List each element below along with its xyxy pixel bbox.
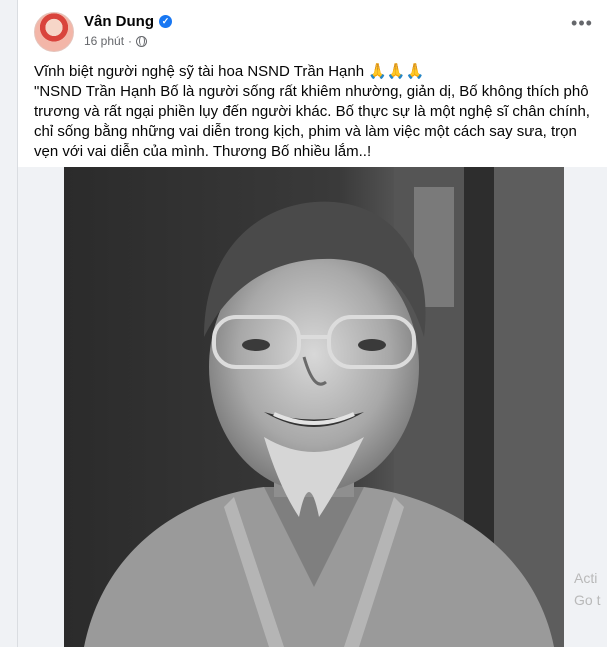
- verified-badge-icon: ✓: [159, 15, 172, 28]
- watermark-line-2: Go t: [574, 592, 601, 608]
- more-options-icon[interactable]: •••: [568, 14, 596, 34]
- post-media: Acti Go t: [18, 167, 607, 647]
- post-body: "NSND Trần Hạnh Bố là người sống rất khi…: [34, 83, 590, 160]
- author-avatar[interactable]: [34, 12, 74, 52]
- author-name-row: Vân Dung ✓: [84, 13, 172, 30]
- post-photo[interactable]: [64, 167, 564, 647]
- post-title-text: Vĩnh biệt người nghệ sỹ tài hoa NSND Trầ…: [34, 63, 365, 80]
- post-line-1: Vĩnh biệt người nghệ sỹ tài hoa NSND Trầ…: [34, 62, 600, 82]
- globe-icon[interactable]: [136, 35, 148, 47]
- portrait-illustration: [64, 167, 564, 647]
- activation-watermark: Acti Go t: [574, 567, 600, 611]
- post-time[interactable]: 16 phút: [84, 34, 124, 48]
- post-header: Vân Dung ✓ 16 phút · •••: [18, 0, 607, 58]
- meta-separator: ·: [128, 34, 133, 48]
- watermark-line-1: Acti: [574, 570, 598, 586]
- post-meta: 16 phút ·: [84, 34, 148, 48]
- post-card: Vân Dung ✓ 16 phút · ••• Vĩnh biệt người…: [17, 0, 607, 647]
- praying-hands-emoji: 🙏🙏🙏: [368, 63, 425, 80]
- post-text: Vĩnh biệt người nghệ sỹ tài hoa NSND Trầ…: [34, 62, 600, 162]
- author-name[interactable]: Vân Dung: [84, 13, 154, 30]
